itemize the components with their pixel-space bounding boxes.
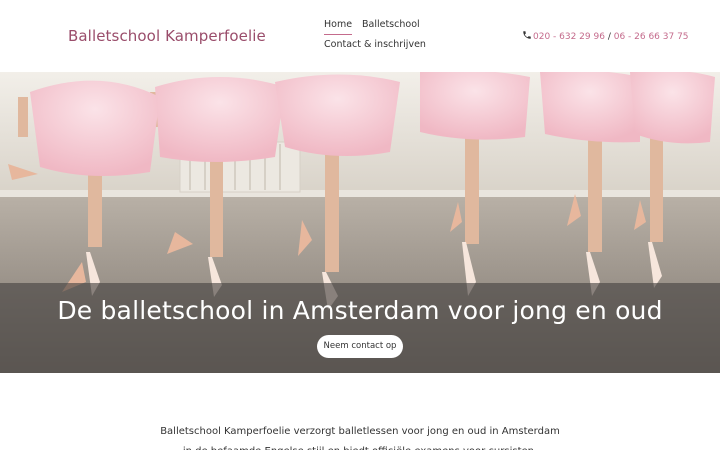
contact-button[interactable]: Neem contact op: [317, 335, 403, 358]
hero-title: De balletschool in Amsterdam voor jong e…: [57, 296, 663, 325]
phone-icon: [522, 30, 532, 40]
site-header: Balletschool Kamperfoelie Home Balletsch…: [0, 0, 720, 72]
brand-logo[interactable]: Balletschool Kamperfoelie: [68, 27, 266, 45]
phone-link-2[interactable]: 06 - 26 66 37 75: [614, 32, 689, 42]
nav-balletschool[interactable]: Balletschool: [362, 19, 420, 30]
intro-text: Balletschool Kamperfoelie verzorgt balle…: [160, 426, 560, 450]
phone-numbers: 020 - 632 29 96 / 06 - 26 66 37 75: [522, 30, 689, 42]
phone-link-1[interactable]: 020 - 632 29 96: [533, 32, 605, 42]
nav-home[interactable]: Home: [324, 19, 353, 35]
phone-separator: /: [604, 32, 614, 42]
nav-contact[interactable]: Contact & inschrijven: [324, 39, 426, 50]
hero-section: De balletschool in Amsterdam voor jong e…: [0, 72, 720, 373]
